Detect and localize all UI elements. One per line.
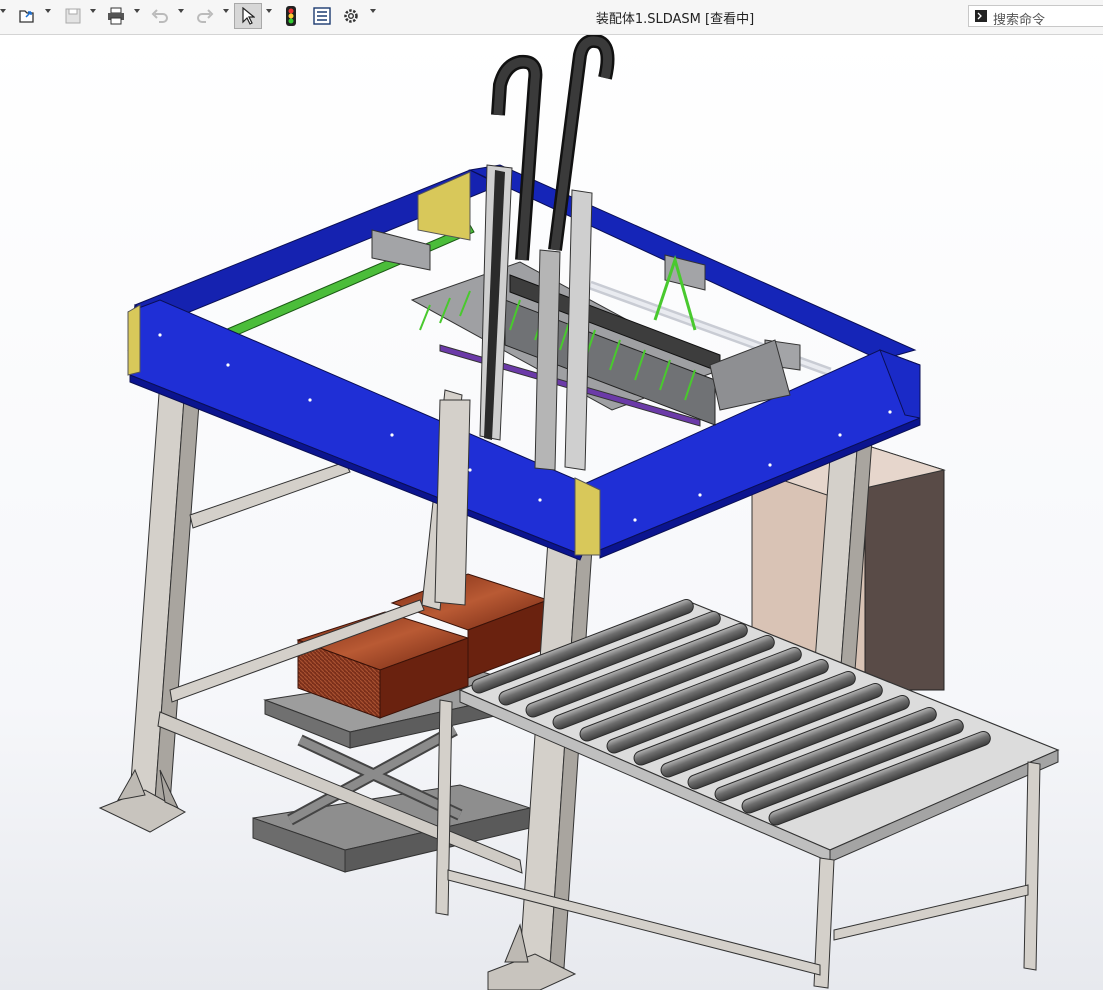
document-title: 装配体1.SLDASM [查看中]: [595, 12, 755, 27]
rebuild-icon[interactable]: [283, 5, 299, 27]
search-input[interactable]: 搜索命令: [968, 5, 1103, 28]
chevron-down-icon[interactable]: [0, 9, 6, 13]
chevron-down-icon[interactable]: [134, 9, 140, 13]
print-icon[interactable]: [105, 5, 127, 27]
select-icon[interactable]: [234, 3, 262, 29]
chevron-down-icon[interactable]: [90, 9, 96, 13]
open-icon[interactable]: [16, 5, 38, 27]
undo-icon[interactable]: [150, 5, 170, 27]
title-bar: 装配体1.SLDASM [查看中] 搜索命令: [0, 0, 1103, 35]
options-list-icon[interactable]: [311, 5, 333, 27]
save-icon[interactable]: [62, 5, 84, 27]
settings-icon[interactable]: [340, 5, 362, 27]
redo-icon[interactable]: [195, 5, 215, 27]
chevron-down-icon[interactable]: [178, 9, 184, 13]
search-placeholder: 搜索命令: [993, 13, 1046, 28]
chevron-down-icon[interactable]: [45, 9, 51, 13]
chevron-down-icon[interactable]: [223, 9, 229, 13]
graphics-viewport[interactable]: [0, 35, 1103, 990]
chevron-down-icon[interactable]: [266, 9, 272, 13]
command-prompt-icon: [975, 10, 987, 22]
chevron-down-icon[interactable]: [370, 9, 376, 13]
